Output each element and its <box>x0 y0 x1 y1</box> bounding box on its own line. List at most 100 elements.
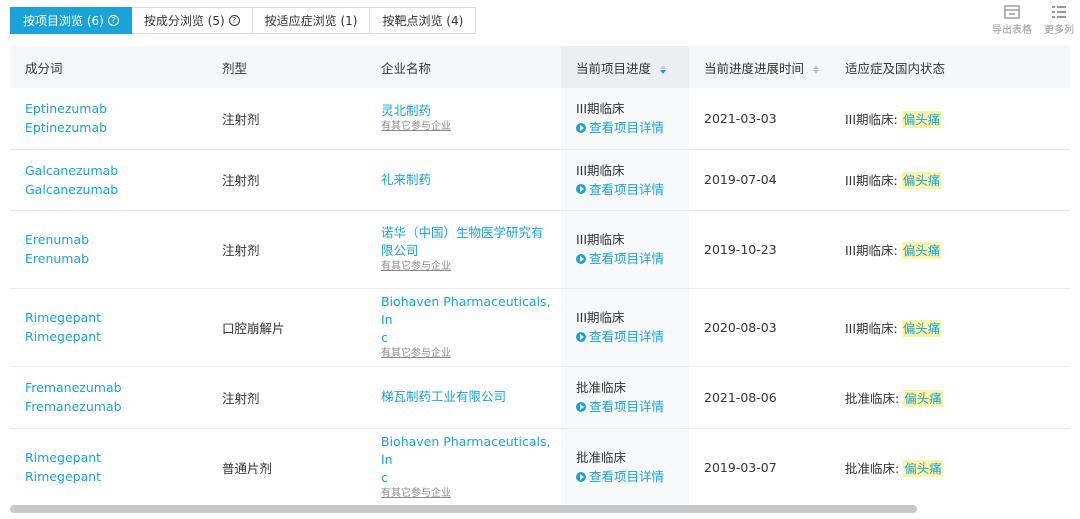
tab-by-target[interactable]: 按靶点浏览 (4) <box>370 7 477 34</box>
company-name-line-2: c <box>381 470 388 485</box>
col-header-form: 剂型 <box>222 60 248 76</box>
list-icon <box>1052 6 1066 18</box>
company-link[interactable]: 灵北制药 <box>381 102 561 120</box>
stage-text: III期临床 <box>576 310 625 325</box>
horizontal-scrollbar[interactable] <box>10 505 1070 513</box>
tab-label: 按适应症浏览 (1) <box>264 14 358 28</box>
arrow-circle-icon <box>576 331 586 342</box>
table-header-row: 成分词 剂型 企业名称 当前项目进度 当前进度进展时间 适应症及国内状态 <box>10 46 1070 88</box>
company-link[interactable]: 礼来制药 <box>381 171 561 189</box>
view-detail-link[interactable]: 查看项目详情 <box>576 397 689 416</box>
other-companies-link[interactable]: 有其它参与企业 <box>381 120 561 134</box>
arrow-circle-icon <box>576 184 586 194</box>
help-icon[interactable]: ? <box>107 15 119 26</box>
stage-text: III期临床 <box>576 232 625 247</box>
toolbar: 导出表格 更多列 <box>992 5 1074 36</box>
indication-tag[interactable]: 偏头痛 <box>901 172 942 189</box>
col-header-stage[interactable]: 当前项目进度 <box>561 46 689 88</box>
ingredient-name-en: Galcanezumab <box>25 181 119 197</box>
arrow-circle-icon <box>576 122 586 133</box>
dosage-form: 注射剂 <box>207 88 366 150</box>
view-detail-link[interactable]: 查看项目详情 <box>576 327 689 346</box>
company-link[interactable]: Biohaven Pharmaceuticals, In c <box>381 293 561 347</box>
indication-tag[interactable]: 偏头痛 <box>901 241 942 259</box>
tab-by-indication[interactable]: 按适应症浏览 (1) <box>252 7 371 34</box>
company-name-line-1: 诺华（中国）生物医学研究有 <box>381 225 544 240</box>
col-header-label: 当前进度进展时间 <box>704 60 805 76</box>
stage-text: 批准临床 <box>576 450 627 465</box>
more-columns-button[interactable]: 更多列 <box>1044 5 1074 36</box>
view-detail-link[interactable]: 查看项目详情 <box>576 180 689 199</box>
status-text: III期临床: <box>845 111 898 127</box>
status-text: III期临床: <box>845 173 898 188</box>
ingredient-link[interactable]: Rimegepant Rimegepant <box>25 308 207 346</box>
sort-icon[interactable] <box>813 64 819 74</box>
export-table-button[interactable]: 导出表格 <box>992 5 1032 36</box>
status-text: 批准临床: <box>845 460 900 476</box>
tab-label: 按靶点浏览 (4) <box>382 14 464 28</box>
results-table: 成分词 剂型 企业名称 当前项目进度 当前进度进展时间 适应症及国内状态 Ept… <box>10 46 1070 504</box>
view-detail-link[interactable]: 查看项目详情 <box>576 118 689 137</box>
company-link[interactable]: Biohaven Pharmaceuticals, In c <box>381 433 561 487</box>
view-detail-link[interactable]: 查看项目详情 <box>576 249 689 268</box>
col-header-label: 当前项目进度 <box>576 60 652 76</box>
ingredient-name: Galcanezumab <box>25 162 119 178</box>
view-detail-label: 查看项目详情 <box>589 181 665 197</box>
dosage-form: 注射剂 <box>207 210 366 289</box>
arrow-circle-icon <box>576 253 586 264</box>
indication-tag[interactable]: 偏头痛 <box>903 389 943 407</box>
indication-tag[interactable]: 偏头痛 <box>901 110 942 128</box>
company-name-line-1: Biohaven Pharmaceuticals, In <box>381 434 551 467</box>
ingredient-link[interactable]: Galcanezumab Galcanezumab <box>25 161 207 199</box>
progress-date: 2021-03-03 <box>689 88 830 150</box>
stage-text: III期临床 <box>576 162 625 178</box>
ingredient-name: Erenumab <box>25 232 90 247</box>
indication-tag[interactable]: 偏头痛 <box>903 459 943 477</box>
stage-text: 批准临床 <box>576 380 627 395</box>
tab-label: 按项目浏览 (6) <box>23 14 104 28</box>
company-link[interactable]: 梯瓦制药工业有限公司 <box>381 388 561 406</box>
other-companies-link[interactable]: 有其它参与企业 <box>381 260 561 274</box>
ingredient-name-en: Fremanezumab <box>25 399 122 414</box>
other-companies-link[interactable]: 有其它参与企业 <box>381 347 561 361</box>
status-text: 批准临床: <box>845 390 900 406</box>
arrow-circle-icon <box>576 471 586 482</box>
col-header-ingredient: 成分词 <box>25 60 63 76</box>
view-tabs: 按项目浏览 (6) ? 按成分浏览 (5) ? 按适应症浏览 (1) 按靶点浏览… <box>10 7 477 34</box>
tab-by-project[interactable]: 按项目浏览 (6) ? <box>10 7 132 34</box>
status-text: III期临床: <box>845 242 898 258</box>
ingredient-link[interactable]: Eptinezumab Eptinezumab <box>25 99 207 137</box>
ingredient-name: Rimegepant <box>25 310 102 325</box>
ingredient-name: Fremanezumab <box>25 380 122 395</box>
scrollbar-thumb[interactable] <box>10 505 917 513</box>
ingredient-name-en: Erenumab <box>25 251 90 266</box>
ingredient-link[interactable]: Rimegepant Rimegepant <box>25 448 207 486</box>
table-row: Rimegepant Rimegepant 普通片剂 Biohaven Pharm… <box>10 428 1070 504</box>
ingredient-link[interactable]: Fremanezumab Fremanezumab <box>25 378 207 416</box>
company-link[interactable]: 诺华（中国）生物医学研究有 限公司 <box>381 224 561 260</box>
dosage-form: 注射剂 <box>207 366 366 429</box>
ingredient-name-en: Eptinezumab <box>25 120 108 136</box>
dosage-form: 口腔崩解片 <box>207 288 366 367</box>
export-label: 导出表格 <box>992 25 1032 36</box>
stage-text: III期临床 <box>576 101 625 117</box>
col-header-date[interactable]: 当前进度进展时间 <box>689 46 830 88</box>
export-icon <box>1004 5 1020 19</box>
view-detail-label: 查看项目详情 <box>589 469 665 484</box>
company-name-line-1: Biohaven Pharmaceuticals, In <box>381 294 551 327</box>
view-detail-label: 查看项目详情 <box>589 251 665 266</box>
status-text: III期临床: <box>845 320 898 336</box>
progress-date: 2020-08-03 <box>689 288 830 367</box>
tab-by-ingredient[interactable]: 按成分浏览 (5) ? <box>131 7 253 34</box>
view-detail-link[interactable]: 查看项目详情 <box>576 467 689 486</box>
sort-icon[interactable] <box>660 64 666 74</box>
ingredient-name: Rimegepant <box>25 450 102 465</box>
company-name-line-2: 限公司 <box>381 243 419 258</box>
indication-tag[interactable]: 偏头痛 <box>901 319 942 337</box>
dosage-form: 注射剂 <box>207 149 366 211</box>
other-companies-link[interactable]: 有其它参与企业 <box>381 487 561 501</box>
ingredient-name: Eptinezumab <box>25 101 108 117</box>
progress-date: 2019-10-23 <box>689 210 830 289</box>
help-icon[interactable]: ? <box>228 15 240 26</box>
ingredient-link[interactable]: Erenumab Erenumab <box>25 230 207 268</box>
